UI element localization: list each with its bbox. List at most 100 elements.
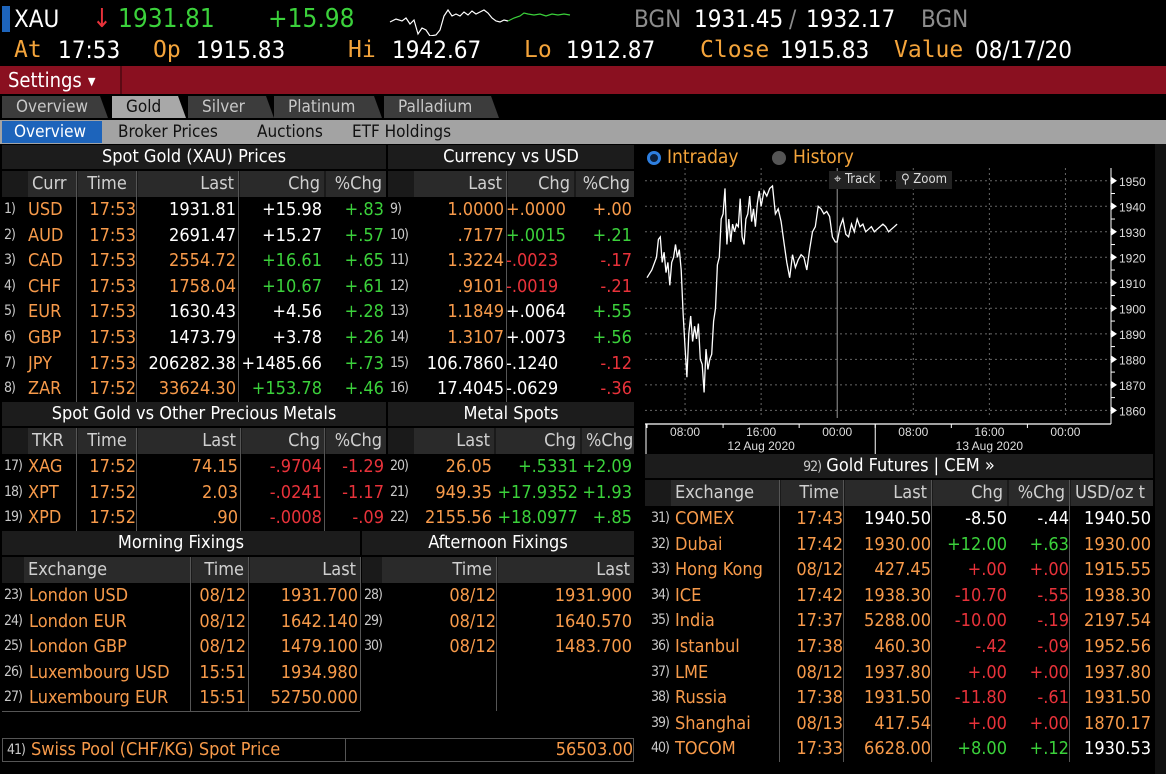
pct-chg-cell: -.44 [1037, 508, 1069, 529]
subtab-auctions[interactable]: Auctions [245, 121, 335, 143]
pct-chg-cell: +.00 [592, 199, 632, 220]
table-row[interactable]: 36) Istanbul 17:38 460.30 -.42 -.09 1952.56 [645, 634, 1153, 660]
date-label: 13 Aug 2020 [956, 439, 1024, 453]
subtab-etf-holdings[interactable]: ETF Holdings [340, 121, 463, 143]
pct-chg-cell: -.12 [600, 352, 632, 374]
last-cell: 1642.140 [280, 610, 358, 632]
table-row[interactable]: 34) ICE 17:42 1938.30 -10.70 -.55 1938.30 [645, 583, 1153, 609]
table-row[interactable]: 2) AUD 17:53 2691.47 +15.27 +.57 [2, 223, 386, 249]
table-row[interactable]: 22) 2155.56 +18.0977 +.85 [388, 505, 634, 531]
table-row[interactable]: 6) GBP 17:53 1473.79 +3.78 +.26 [2, 325, 386, 351]
chg-cell: +.00 [967, 661, 1007, 683]
subtab-overview[interactable]: Overview [2, 121, 102, 143]
intraday-label[interactable]: Intraday [667, 145, 739, 169]
subtab-broker-prices[interactable]: Broker Prices [106, 121, 230, 143]
table-row[interactable]: 26) Luxembourg USD 15:51 1934.980 [2, 660, 360, 686]
pct-chg-cell: +.65 [344, 250, 384, 272]
table-row[interactable]: 19) XPD 17:52 .90 -.0008 -.09 [2, 505, 386, 531]
tab-palladium[interactable]: Palladium [384, 96, 499, 118]
table-row[interactable]: 21) 949.35 +17.9352 +1.93 [388, 480, 634, 506]
table-row[interactable]: 32) Dubai 17:42 1930.00 +12.00 +.63 1930.00 [645, 532, 1153, 558]
usd-oz-cell: 1870.17 [1084, 712, 1151, 734]
table-row[interactable]: 16) 17.4045 -.0629 -.36 [388, 376, 634, 402]
table-row[interactable]: 40) TOCOM 17:33 6628.00 +8.00 +.12 1930.53 [645, 736, 1153, 762]
col-header-chg: Chg [240, 171, 324, 197]
time-cell: 17:53 [89, 275, 136, 297]
table-row[interactable]: 20) 26.05 +.5331 +2.09 [388, 454, 634, 480]
usd-oz-cell: 1930.53 [1084, 738, 1151, 760]
table-row[interactable]: 27) Luxembourg EUR 15:51 52750.000 [2, 685, 360, 711]
col-header-time: Time [78, 171, 136, 197]
last-cell: .9101 [457, 275, 504, 297]
table-row[interactable]: 9) 1.0000 +.0000 +.00 [388, 197, 634, 223]
table-row[interactable]: 15) 106.7860 -.1240 -.12 [388, 351, 634, 377]
table-row[interactable]: 11) 1.3224 -.0023 -.17 [388, 248, 634, 274]
tab-overview[interactable]: Overview [2, 96, 108, 118]
last-cell: 1940.50 [864, 508, 931, 529]
table-row[interactable]: 17) XAG 17:52 74.15 -.9704 -1.29 [2, 454, 386, 480]
scrollbar[interactable] [1155, 144, 1166, 774]
bid-source: BGN [634, 5, 682, 33]
col-header-time: Time [382, 557, 496, 583]
last-cell: 2691.47 [169, 224, 236, 246]
table-row[interactable]: 5) EUR 17:53 1630.43 +4.56 +.28 [2, 299, 386, 325]
table-row[interactable]: 10) .7177 +.0015 +.21 [388, 223, 634, 249]
row-number: 37) [651, 663, 670, 680]
table-row[interactable]: 13) 1.1849 +.0064 +.55 [388, 299, 634, 325]
exchange-name: COMEX [675, 508, 735, 529]
table-row[interactable]: 18) XPT 17:52 2.03 -.0241 -1.17 [2, 480, 386, 506]
row-number: 2) [4, 226, 16, 243]
time-cell: 17:37 [796, 610, 843, 632]
last-cell: 26.05 [445, 456, 492, 477]
x-tick-label: 16:00 [746, 425, 776, 439]
row-number: 4) [4, 277, 16, 294]
y-tick-label: 1930 [1119, 226, 1146, 240]
currency-code: JPY [28, 352, 53, 374]
table-row[interactable]: 29) 08/12 1640.570 [362, 609, 634, 635]
chg-cell: -.9704 [269, 456, 322, 477]
tab-label: Silver [202, 97, 245, 117]
table-row[interactable]: 24) London EUR 08/12 1642.140 [2, 609, 360, 635]
ticker-symbol[interactable]: XAU [14, 4, 59, 34]
table-row[interactable]: 30) 08/12 1483.700 [362, 634, 634, 660]
zoom-button[interactable]: ⚲ Zoom [896, 171, 953, 189]
chg-cell: +17.9352 [497, 481, 578, 503]
last-cell: 2554.72 [169, 250, 236, 272]
price-line-chart[interactable]: 1950 1940 1930 1920 1910 1900 1890 1880 1870 1860… [645, 168, 1166, 454]
col-header-last: Last [138, 171, 238, 197]
table-row[interactable]: 8) ZAR 17:52 33624.30 +153.78 +.46 [2, 376, 386, 402]
table-row[interactable]: 35) India 17:37 5288.00 -10.00 -.19 2197.54 [645, 608, 1153, 634]
table-row[interactable]: 39) Shanghai 08/13 417.54 +.00 +.00 1870.17 [645, 711, 1153, 737]
table-row[interactable]: 25) London GBP 08/12 1479.100 [2, 634, 360, 660]
table-row[interactable]: 3) CAD 17:53 2554.72 +16.61 +.65 [2, 248, 386, 274]
y-tick-label: 1860 [1119, 404, 1146, 418]
gold-futures-title[interactable]: 92) Gold Futures | CEM » [645, 454, 1153, 478]
last-cell: 52750.000 [270, 687, 358, 709]
table-row[interactable]: 28) 08/12 1931.900 [362, 583, 634, 609]
tab-platinum[interactable]: Platinum [274, 96, 382, 118]
caret-down-icon: ▼ [87, 74, 96, 88]
history-radio[interactable] [772, 151, 786, 165]
swiss-pool-row[interactable]: 41) Swiss Pool (CHF/KG) Spot Price 56503… [2, 738, 634, 762]
table-row[interactable]: 4) CHF 17:53 1758.04 +10.67 +.61 [2, 274, 386, 300]
track-button[interactable]: ⌖ Track [829, 171, 881, 189]
table-row[interactable]: 33) Hong Kong 08/12 427.45 +.00 +.00 1915.55 [645, 557, 1153, 583]
last-cell: 1483.700 [554, 636, 632, 658]
settings-button[interactable]: Settings ▼ [0, 66, 122, 94]
table-row[interactable]: 38) Russia 17:38 1931.50 -11.80 -.61 1931.50 [645, 685, 1153, 711]
value-date: 08/17/20 [975, 36, 1072, 64]
table-row[interactable]: 12) .9101 -.0019 -.21 [388, 274, 634, 300]
history-label[interactable]: History [793, 145, 854, 169]
table-row[interactable]: 14) 1.3107 +.0073 +.56 [388, 325, 634, 351]
tab-silver[interactable]: Silver [188, 96, 274, 118]
table-row[interactable]: 23) London USD 08/12 1931.700 [2, 583, 360, 609]
table-row[interactable]: 7) JPY 17:53 206282.38 +1485.66 +.73 [2, 351, 386, 377]
tab-gold[interactable]: Gold [112, 96, 186, 118]
chg-cell: -.1240 [506, 352, 559, 374]
pct-chg-cell: +2.09 [582, 456, 632, 477]
table-row[interactable]: 31) COMEX 17:43 1940.50 -8.50 -.44 1940.50 [645, 506, 1153, 532]
intraday-radio[interactable] [647, 151, 661, 165]
table-row[interactable]: 1) USD 17:53 1931.81 +15.98 +.83 [2, 197, 386, 223]
table-row[interactable]: 37) LME 08/12 1937.80 +.00 +.00 1937.80 [645, 660, 1153, 686]
bid-price: 1931.45 [694, 5, 784, 33]
